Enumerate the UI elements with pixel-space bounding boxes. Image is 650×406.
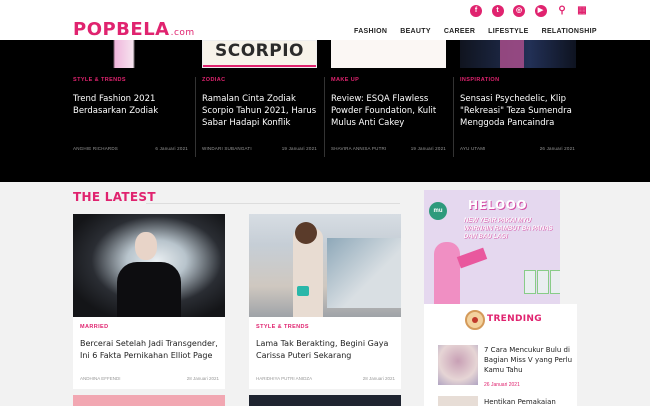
featured-title[interactable]: Sensasi Psychedelic, Klip "Rekreasi" Tez… [460, 93, 575, 129]
logo-suffix: .com [170, 28, 195, 38]
featured-card[interactable]: STYLE & TRENDS Trend Fashion 2021 Berdas… [73, 77, 188, 117]
featured-thumb-makeup[interactable] [331, 40, 446, 68]
featured-title[interactable]: Trend Fashion 2021 Berdasarkan Zodiak [73, 93, 188, 117]
date: 19 Januari 2021 [281, 146, 317, 151]
scorpio-word: SCORPIO [215, 41, 304, 61]
site-header: POPBELA.com f t ◎ ▶ ⚲ ▦ FASHION BEAUTY C… [0, 0, 650, 40]
divider [146, 203, 400, 204]
featured-card[interactable]: INSPIRATION Sensasi Psychedelic, Klip "R… [460, 77, 575, 129]
featured-thumb-psychedelic[interactable] [460, 40, 576, 68]
product-image [524, 270, 536, 294]
menu-grid-icon[interactable]: ▦ [576, 5, 588, 17]
ad-brand-logo: mu [429, 202, 447, 220]
section-title-latest: THE LATEST [73, 190, 156, 204]
logo-text: POPBELA [73, 19, 170, 40]
article-category[interactable]: STYLE & TRENDS [256, 324, 309, 330]
advertisement-banner[interactable]: mu HELOOO NEW YEAR PAKAI MYU WARNAIN RAM… [424, 190, 560, 304]
product-image [537, 270, 549, 294]
featured-category[interactable]: ZODIAC [202, 77, 317, 83]
trending-date: 26 Januari 2021 [484, 382, 520, 388]
page: POPBELA.com f t ◎ ▶ ⚲ ▦ FASHION BEAUTY C… [0, 0, 650, 406]
featured-card[interactable]: MAKE UP Review: ESQA Flawless Powder Fou… [331, 77, 446, 129]
instagram-icon[interactable]: ◎ [513, 5, 525, 17]
featured-category[interactable]: MAKE UP [331, 77, 446, 83]
article-card-peek[interactable] [249, 395, 401, 406]
section-title-trending: TRENDING [487, 314, 542, 324]
featured-meta: AYU UTAMI 26 Januari 2021 [460, 146, 575, 151]
author[interactable]: SHAVIRA ANNISA PUTRI [331, 146, 386, 151]
featured-title[interactable]: Review: ESQA Flawless Powder Foundation,… [331, 93, 446, 129]
author[interactable]: HARIDHIYA PUTRI ANIDZA [256, 376, 312, 381]
article-card[interactable]: MARRIED Bercerai Setelah Jadi Transgende… [73, 214, 225, 389]
nav-item-lifestyle[interactable]: LIFESTYLE [488, 28, 528, 35]
featured-title[interactable]: Ramalan Cinta Zodiak Scorpio Tahun 2021,… [202, 93, 317, 129]
search-icon[interactable]: ⚲ [556, 5, 568, 17]
author[interactable]: AYU UTAMI [460, 146, 486, 151]
featured-meta: ANGHIE RICHARDS 6 Januari 2021 [73, 146, 188, 151]
ad-headline: HELOOO [468, 198, 528, 212]
divider [453, 77, 454, 157]
author[interactable]: ANDHINA EFFENDI [80, 376, 121, 381]
divider [324, 77, 325, 157]
article-image[interactable] [249, 214, 401, 317]
trending-widget: TRENDING 7 Cara Mencukur Bulu di Bagian … [424, 304, 577, 406]
featured-thumb-scorpio[interactable]: SCORPIO [202, 40, 317, 68]
featured-meta: SHAVIRA ANNISA PUTRI 19 Januari 2021 [331, 146, 446, 151]
featured-thumb-fashion[interactable] [73, 40, 188, 68]
article-title[interactable]: Bercerai Setelah Jadi Transgender, Ini 6… [80, 338, 226, 362]
pizza-icon [465, 310, 485, 330]
social-links: f t ◎ ▶ ⚲ ▦ [470, 5, 596, 17]
trending-thumb[interactable] [438, 396, 478, 406]
author[interactable]: ANGHIE RICHARDS [73, 146, 118, 151]
ad-model-image [434, 242, 460, 304]
nav-item-fashion[interactable]: FASHION [354, 28, 387, 35]
site-logo[interactable]: POPBELA.com [73, 19, 195, 40]
article-card-peek[interactable] [73, 395, 225, 406]
featured-strip: SCORPIO STYLE & TRENDS Trend Fashion 202… [0, 40, 650, 182]
date: 6 Januari 2021 [155, 146, 188, 151]
divider [195, 77, 196, 157]
main-nav: FASHION BEAUTY CAREER LIFESTYLE RELATION… [354, 28, 597, 35]
trending-title[interactable]: 7 Cara Mencukur Bulu di Bagian Miss V ya… [484, 345, 574, 375]
youtube-icon[interactable]: ▶ [534, 5, 547, 17]
article-title[interactable]: Lama Tak Berakting, Begini Gaya Carissa … [256, 338, 402, 362]
article-meta: HARIDHIYA PUTRI ANIDZA 28 Januari 2021 [256, 376, 395, 381]
featured-category[interactable]: INSPIRATION [460, 77, 575, 83]
nav-item-beauty[interactable]: BEAUTY [400, 28, 431, 35]
article-category[interactable]: MARRIED [80, 324, 108, 330]
date: 28 Januari 2021 [362, 376, 395, 381]
article-image[interactable] [73, 214, 225, 317]
product-image [550, 270, 560, 294]
article-card[interactable]: STYLE & TRENDS Lama Tak Berakting, Begin… [249, 214, 401, 389]
article-meta: ANDHINA EFFENDI 28 Januari 2021 [80, 376, 219, 381]
featured-card[interactable]: ZODIAC Ramalan Cinta Zodiak Scorpio Tahu… [202, 77, 317, 129]
nav-item-career[interactable]: CAREER [444, 28, 475, 35]
date: 26 Januari 2021 [539, 146, 575, 151]
date: 19 Januari 2021 [410, 146, 446, 151]
author[interactable]: WINDARI SUBANGATI [202, 146, 252, 151]
ad-subline: NEW YEAR PAKAI MYU WARNAIN RAMBUT BA PAN… [464, 218, 553, 240]
trending-thumb[interactable] [438, 345, 478, 385]
facebook-icon[interactable]: f [470, 5, 482, 17]
featured-category[interactable]: STYLE & TRENDS [73, 77, 188, 83]
date: 28 Januari 2021 [186, 376, 219, 381]
nav-item-relationship[interactable]: RELATIONSHIP [542, 28, 597, 35]
twitter-icon[interactable]: t [491, 5, 504, 17]
trending-title[interactable]: Hentikan Pemakaian [484, 397, 574, 406]
featured-meta: WINDARI SUBANGATI 19 Januari 2021 [202, 146, 317, 151]
megaphone-icon [456, 247, 488, 269]
